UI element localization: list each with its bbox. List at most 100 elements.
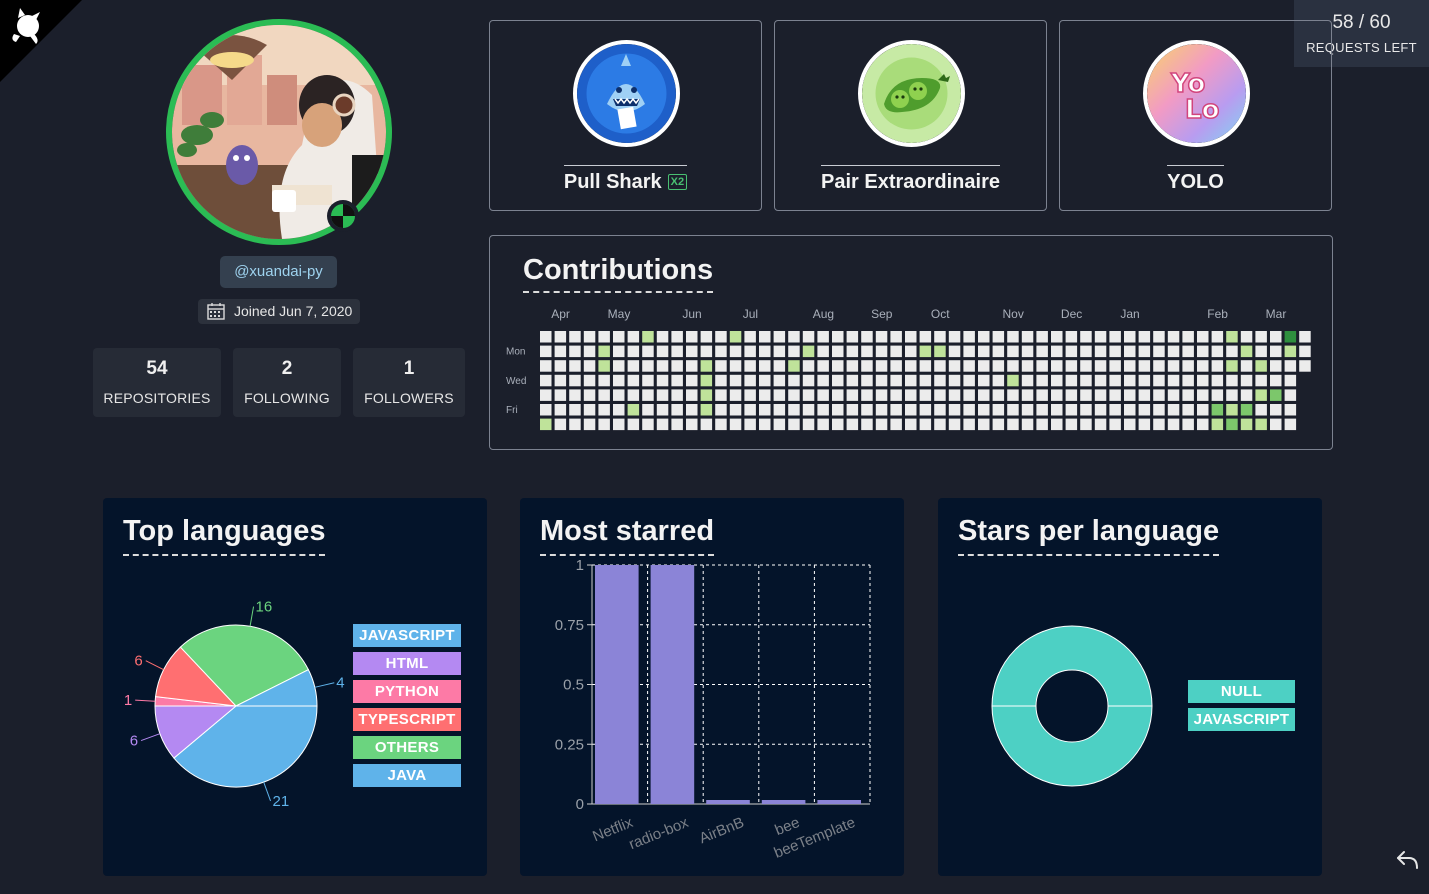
contribution-cell[interactable] [963, 418, 975, 431]
contribution-cell[interactable] [583, 418, 596, 431]
legend-item[interactable]: NULL [1188, 680, 1295, 703]
contribution-cell[interactable] [686, 404, 698, 416]
contribution-cell[interactable] [1270, 389, 1282, 401]
contribution-cell[interactable] [1124, 389, 1136, 401]
contribution-cell[interactable] [759, 404, 771, 416]
contribution-cell[interactable] [700, 374, 713, 387]
contribution-cell[interactable] [846, 389, 859, 401]
contribution-cell[interactable] [832, 418, 844, 431]
contribution-cell[interactable] [788, 404, 800, 416]
contribution-cell[interactable] [1065, 418, 1078, 431]
contribution-cell[interactable] [729, 374, 742, 387]
contribution-cell[interactable] [875, 360, 888, 372]
contribution-cell[interactable] [598, 404, 610, 416]
contribution-cell[interactable] [1051, 331, 1063, 343]
contribution-cell[interactable] [729, 345, 742, 358]
contribution-cell[interactable] [759, 331, 771, 343]
contribution-cell[interactable] [1138, 389, 1151, 401]
contribution-cell[interactable] [788, 331, 800, 343]
contribution-cell[interactable] [1182, 389, 1194, 401]
stat-repositories[interactable]: 54 REPOSITORIES [93, 348, 221, 417]
contribution-cell[interactable] [715, 331, 727, 343]
contribution-cell[interactable] [1109, 418, 1121, 431]
contribution-cell[interactable] [1021, 374, 1034, 387]
contribution-cell[interactable] [802, 345, 815, 358]
contribution-cell[interactable] [1197, 345, 1209, 358]
contribution-cell[interactable] [1080, 404, 1092, 416]
contribution-cell[interactable] [554, 345, 567, 358]
contribution-cell[interactable] [1124, 331, 1136, 343]
contribution-cell[interactable] [1299, 360, 1311, 372]
contribution-cell[interactable] [1211, 418, 1224, 431]
contribution-cell[interactable] [1153, 389, 1165, 401]
contribution-cell[interactable] [700, 389, 713, 401]
contribution-cell[interactable] [1167, 360, 1180, 372]
contribution-cell[interactable] [759, 345, 771, 358]
contribution-cell[interactable] [1240, 345, 1253, 358]
contribution-cell[interactable] [948, 360, 961, 372]
contribution-cell[interactable] [729, 389, 742, 401]
contribution-cell[interactable] [1167, 404, 1180, 416]
contribution-cell[interactable] [773, 418, 786, 431]
contribution-cell[interactable] [1284, 345, 1297, 358]
contribution-cell[interactable] [1065, 345, 1078, 358]
contribution-cell[interactable] [1240, 374, 1253, 387]
contribution-cell[interactable] [569, 345, 581, 358]
contribution-cell[interactable] [905, 345, 917, 358]
contribution-cell[interactable] [1094, 331, 1107, 343]
contribution-cell[interactable] [802, 360, 815, 372]
contribution-cell[interactable] [1065, 389, 1078, 401]
contribution-cell[interactable] [1182, 345, 1194, 358]
contribution-cell[interactable] [1007, 418, 1019, 431]
contribution-cell[interactable] [773, 331, 786, 343]
contribution-cell[interactable] [744, 360, 756, 372]
contribution-cell[interactable] [1226, 345, 1238, 358]
contribution-cell[interactable] [1021, 389, 1034, 401]
contribution-cell[interactable] [744, 418, 756, 431]
contribution-cell[interactable] [1094, 418, 1107, 431]
contribution-cell[interactable] [832, 345, 844, 358]
contribution-cell[interactable] [613, 345, 625, 358]
contribution-cell[interactable] [773, 404, 786, 416]
contribution-cell[interactable] [1036, 418, 1048, 431]
contribution-cell[interactable] [817, 345, 829, 358]
contribution-cell[interactable] [1270, 331, 1282, 343]
contribution-cell[interactable] [1036, 360, 1048, 372]
contribution-cell[interactable] [1226, 418, 1238, 431]
contribution-cell[interactable] [642, 360, 654, 372]
contribution-cell[interactable] [554, 389, 567, 401]
contribution-cell[interactable] [583, 404, 596, 416]
contribution-cell[interactable] [671, 331, 683, 343]
contribution-cell[interactable] [861, 389, 873, 401]
contribution-cell[interactable] [1197, 374, 1209, 387]
contribution-cell[interactable] [583, 345, 596, 358]
contribution-cell[interactable] [802, 418, 815, 431]
contribution-cell[interactable] [788, 374, 800, 387]
contribution-cell[interactable] [1094, 345, 1107, 358]
contribution-cell[interactable] [540, 345, 552, 358]
contribution-cell[interactable] [642, 404, 654, 416]
contribution-cell[interactable] [642, 374, 654, 387]
contribution-cell[interactable] [686, 360, 698, 372]
contribution-cell[interactable] [729, 331, 742, 343]
contribution-cell[interactable] [686, 345, 698, 358]
contribution-cell[interactable] [1036, 345, 1048, 358]
contribution-cell[interactable] [744, 345, 756, 358]
contribution-cell[interactable] [1270, 360, 1282, 372]
contribution-cell[interactable] [613, 404, 625, 416]
contribution-cell[interactable] [759, 389, 771, 401]
contribution-cell[interactable] [1124, 360, 1136, 372]
contribution-cell[interactable] [540, 331, 552, 343]
contribution-cell[interactable] [905, 331, 917, 343]
contribution-cell[interactable] [978, 389, 990, 401]
contribution-cell[interactable] [1270, 345, 1282, 358]
contribution-cell[interactable] [686, 331, 698, 343]
contribution-cell[interactable] [1124, 345, 1136, 358]
contribution-cell[interactable] [1109, 331, 1121, 343]
contribution-cell[interactable] [1036, 374, 1048, 387]
contribution-cell[interactable] [1284, 418, 1297, 431]
contribution-cell[interactable] [890, 418, 902, 431]
contribution-cell[interactable] [671, 360, 683, 372]
back-arrow-icon[interactable] [1395, 848, 1421, 872]
contribution-cell[interactable] [905, 374, 917, 387]
